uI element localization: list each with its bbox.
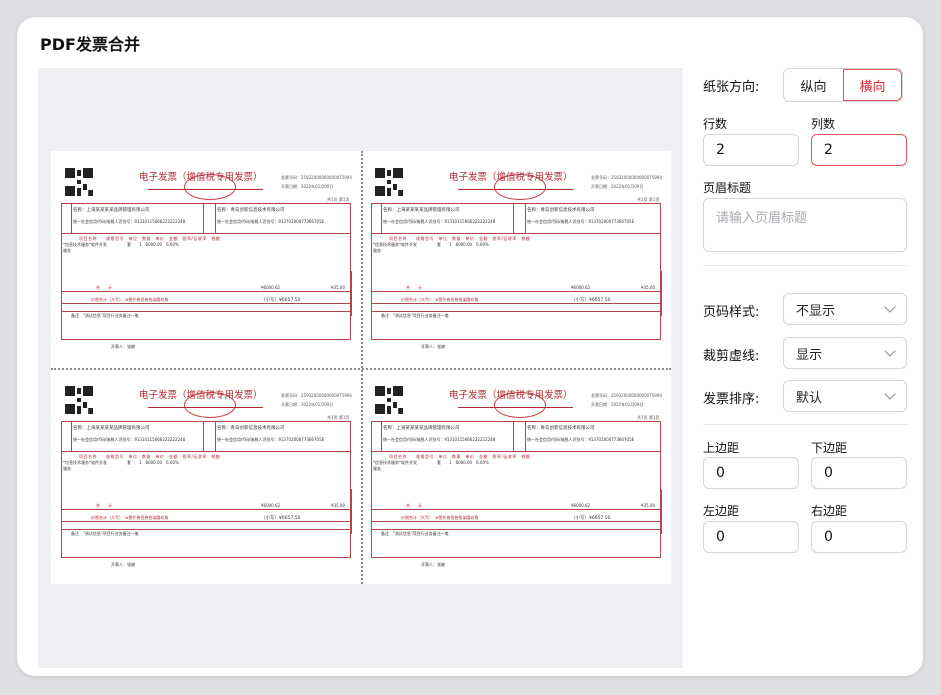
invoice-order-select[interactable]: 默认 bbox=[783, 380, 907, 412]
buyer-name: 名称：上海某某某某品牌管理有限公司 bbox=[73, 426, 150, 431]
sum-amount: ¥6000.62 bbox=[571, 503, 591, 508]
rows-input[interactable]: 2 bbox=[703, 134, 799, 166]
tax-stamp bbox=[494, 174, 546, 200]
buyer-name: 名称：上海某某某某品牌管理有限公司 bbox=[73, 208, 150, 213]
orientation-landscape[interactable]: 横向 bbox=[843, 69, 902, 101]
cut-line-label: 裁剪虚线: bbox=[703, 349, 760, 364]
margin-left-label: 左边距 bbox=[703, 504, 740, 518]
invoice-date: 开票日期：2022年01月09日 bbox=[591, 402, 644, 407]
app-window: PDF发票合并 电子发票（增值税专用发票） 发票号码：2593200000000… bbox=[17, 17, 923, 676]
invoice-note: 备注 "测试信息"项目行业务备注一笔 bbox=[71, 531, 139, 536]
qr-code-icon bbox=[375, 168, 403, 196]
invoice-thumbnail: 电子发票（增值税专用发票） 发票号码：25932000000000075994 … bbox=[51, 151, 352, 361]
chevron-down-icon bbox=[884, 301, 896, 313]
chevron-down-icon bbox=[884, 345, 896, 357]
sum-tax: ¥35.00 bbox=[641, 285, 655, 290]
buyer-id: 统一社会信用代码/纳税人识别号：91310115666222222248 bbox=[73, 219, 186, 224]
tax-stamp bbox=[184, 392, 236, 418]
seller-name: 名称：青岛创新信息技术有限公司 bbox=[217, 208, 285, 213]
sum-tax: ¥35.00 bbox=[331, 285, 345, 290]
margin-right-input[interactable]: 0 bbox=[811, 521, 907, 553]
sum-tax: ¥35.00 bbox=[641, 503, 655, 508]
item-line-2: 服务 bbox=[373, 248, 381, 253]
orientation-label: 纸张方向: bbox=[703, 80, 760, 95]
item-line: *信息技术服务*软件开发 套 1 8000.00 6.00% bbox=[63, 460, 179, 465]
margin-left-input[interactable]: 0 bbox=[703, 521, 799, 553]
buyer-id: 统一社会信用代码/纳税人识别号：91310115666222222248 bbox=[73, 437, 186, 442]
page-number-style-select[interactable]: 不显示 bbox=[783, 293, 907, 325]
qr-code-icon bbox=[65, 168, 93, 196]
preview-page: 电子发票（增值税专用发票） 发票号码：25932000000000075994 … bbox=[51, 151, 671, 584]
tax-stamp bbox=[184, 174, 236, 200]
invoice-number: 发票号码：25932000000000075994 bbox=[591, 393, 662, 398]
invoice-number: 发票号码：25932000000000075994 bbox=[591, 175, 662, 180]
invoice-drawer: 开票人：张婉 bbox=[111, 562, 135, 567]
invoice-thumbnail: 电子发票（增值税专用发票） 发票号码：25932000000000075994 … bbox=[51, 369, 352, 579]
sum-amount: ¥6000.62 bbox=[571, 285, 591, 290]
qr-code-icon bbox=[375, 386, 403, 414]
divider bbox=[703, 424, 907, 425]
item-line: *信息技术服务*软件开发 套 1 8000.00 6.00% bbox=[63, 242, 179, 247]
orientation-toggle[interactable]: 纵向 横向 bbox=[783, 68, 903, 102]
invoice-number: 发票号码：25932000000000075994 bbox=[281, 175, 352, 180]
seller-id: 统一社会信用代码/纳税人识别号：91370200077366705E bbox=[527, 219, 635, 224]
page-number-style-label: 页码样式: bbox=[703, 305, 760, 320]
seller-id: 统一社会信用代码/纳税人识别号：91370200077366705E bbox=[217, 219, 325, 224]
qr-code-icon bbox=[65, 386, 93, 414]
item-line: *信息技术服务*软件开发 套 1 8000.00 6.00% bbox=[373, 242, 489, 247]
seller-name: 名称：青岛创新信息技术有限公司 bbox=[217, 426, 285, 431]
invoice-date: 开票日期：2022年01月09日 bbox=[591, 184, 644, 189]
invoice-number: 发票号码：25932000000000075994 bbox=[281, 393, 352, 398]
invoice-order-label: 发票排序: bbox=[703, 392, 760, 407]
buyer-name: 名称：上海某某某某品牌管理有限公司 bbox=[383, 426, 460, 431]
margin-right-label: 右边距 bbox=[811, 504, 848, 518]
orientation-portrait[interactable]: 纵向 bbox=[784, 69, 843, 101]
divider bbox=[703, 265, 907, 266]
rows-label: 行数 bbox=[703, 117, 728, 131]
sum-tax: ¥35.00 bbox=[331, 503, 345, 508]
margin-bottom-label: 下边距 bbox=[811, 441, 848, 455]
invoice-note: 备注 "测试信息"项目行业务备注一笔 bbox=[381, 531, 449, 536]
invoice-drawer: 开票人：张婉 bbox=[111, 344, 135, 349]
seller-id: 统一社会信用代码/纳税人识别号：91370200077366705E bbox=[527, 437, 635, 442]
item-line-2: 服务 bbox=[63, 466, 71, 471]
invoice-date: 开票日期：2022年01月09日 bbox=[281, 184, 334, 189]
cols-input[interactable]: 2 bbox=[811, 134, 907, 166]
seller-id: 统一社会信用代码/纳税人识别号：91370200077366705E bbox=[217, 437, 325, 442]
invoice-thumbnail: 电子发票（增值税专用发票） 发票号码：25932000000000075994 … bbox=[361, 369, 662, 579]
cut-line-value: 显示 bbox=[796, 347, 823, 363]
invoice-thumbnail: 电子发票（增值税专用发票） 发票号码：25932000000000075994 … bbox=[361, 151, 662, 361]
invoice-note: 备注 "测试信息"项目行业务备注一笔 bbox=[381, 313, 449, 318]
sum-amount: ¥6000.62 bbox=[261, 285, 281, 290]
item-line: *信息技术服务*软件开发 套 1 8000.00 6.00% bbox=[373, 460, 489, 465]
cols-label: 列数 bbox=[811, 117, 836, 131]
item-line-2: 服务 bbox=[373, 466, 381, 471]
buyer-id: 统一社会信用代码/纳税人识别号：91310115666222222248 bbox=[383, 437, 496, 442]
header-title-input[interactable]: 请输入页眉标题 bbox=[703, 198, 907, 252]
invoice-order-value: 默认 bbox=[796, 390, 823, 406]
invoice-drawer: 开票人：张婉 bbox=[421, 344, 445, 349]
invoice-note: 备注 "测试信息"项目行业务备注一笔 bbox=[71, 313, 139, 318]
invoice-drawer: 开票人：张婉 bbox=[421, 562, 445, 567]
buyer-name: 名称：上海某某某某品牌管理有限公司 bbox=[383, 208, 460, 213]
margin-bottom-input[interactable]: 0 bbox=[811, 457, 907, 489]
item-line-2: 服务 bbox=[63, 248, 71, 253]
header-title-label: 页眉标题 bbox=[703, 181, 752, 195]
margin-top-input[interactable]: 0 bbox=[703, 457, 799, 489]
preview-area: 电子发票（增值税专用发票） 发票号码：25932000000000075994 … bbox=[38, 68, 683, 668]
tax-stamp bbox=[494, 392, 546, 418]
seller-name: 名称：青岛创新信息技术有限公司 bbox=[527, 208, 595, 213]
chevron-down-icon bbox=[884, 388, 896, 400]
buyer-id: 统一社会信用代码/纳税人识别号：91310115666222222248 bbox=[383, 219, 496, 224]
page-number-style-value: 不显示 bbox=[796, 303, 836, 319]
window-title: PDF发票合并 bbox=[40, 35, 140, 54]
margin-top-label: 上边距 bbox=[703, 441, 740, 455]
invoice-date: 开票日期：2022年01月09日 bbox=[281, 402, 334, 407]
seller-name: 名称：青岛创新信息技术有限公司 bbox=[527, 426, 595, 431]
sum-amount: ¥6000.62 bbox=[261, 503, 281, 508]
cut-line-select[interactable]: 显示 bbox=[783, 337, 907, 369]
